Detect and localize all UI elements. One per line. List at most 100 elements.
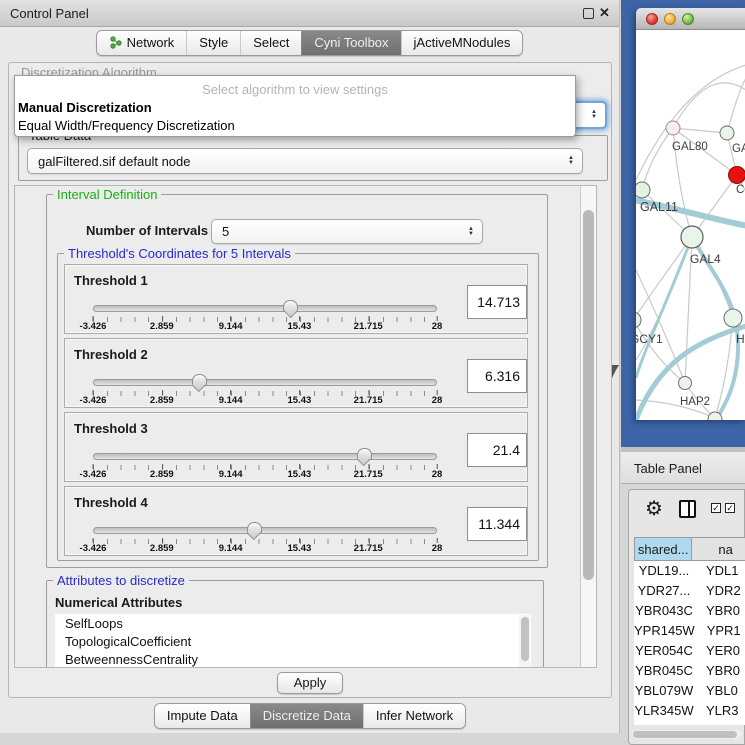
dropdown-option-equal-width-frequency[interactable]: Equal Width/Frequency Discretization xyxy=(15,117,575,135)
list-item[interactable]: TopologicalCoefficient xyxy=(55,632,531,650)
node-label: GAL11 xyxy=(640,200,678,214)
list-item[interactable]: BetweennessCentrality xyxy=(55,650,531,668)
numerical-attributes-list: SelfLoops TopologicalCoefficient Between… xyxy=(55,614,531,668)
combo-stepper-icon: ▲▼ xyxy=(591,110,597,120)
threshold-4-value-field[interactable] xyxy=(467,507,527,541)
node-hap2[interactable] xyxy=(679,377,692,390)
threshold-3-value-field[interactable] xyxy=(467,433,527,467)
num-intervals-label: Number of Intervals xyxy=(86,223,208,238)
mouse-cursor-icon xyxy=(612,365,619,378)
node-gal80[interactable] xyxy=(666,121,680,135)
node-label: GCY1 xyxy=(636,332,663,346)
column-header-shared[interactable]: shared... xyxy=(634,537,692,561)
settings-scroll-viewport: Interval Definition Number of Intervals … xyxy=(14,185,597,668)
scrollbar-thumb[interactable] xyxy=(583,210,594,580)
num-intervals-combobox[interactable]: 5 ▲▼ xyxy=(211,219,483,244)
tab-infer-network[interactable]: Infer Network xyxy=(363,704,465,728)
table-toolbar: ⚙ ✓ ✓ xyxy=(629,490,744,532)
dropdown-option-manual-discretization[interactable]: Manual Discretization xyxy=(15,99,575,117)
table-data-combobox[interactable]: galFiltered.sif default node ▲▼ xyxy=(27,148,583,174)
close-icon[interactable]: ✕ xyxy=(599,5,610,21)
slider-thumb[interactable] xyxy=(283,300,298,317)
node-red-selected[interactable] xyxy=(729,167,745,184)
threshold-2-value-field[interactable] xyxy=(467,359,527,393)
node-label: C xyxy=(736,184,744,196)
control-panel-titlebar: Control Panel ✕ xyxy=(0,0,619,27)
threshold-1-value-field[interactable] xyxy=(467,285,527,319)
node-table: shared... na YDL19...YDL1 YDR27...YDR2 Y… xyxy=(634,537,745,725)
tab-style[interactable]: Style xyxy=(186,31,240,55)
node-label: H xyxy=(736,332,745,346)
slider-track[interactable] xyxy=(93,453,437,460)
slider-track[interactable] xyxy=(93,379,437,386)
close-traffic-light-icon[interactable] xyxy=(646,13,658,25)
top-tabbar: Network Style Select Cyni Toolbox jActiv… xyxy=(0,30,619,56)
threshold-4-panel: Threshold 4 -3.426 2.859 9.144 15.43 21.… xyxy=(64,486,528,556)
checkbox-icon[interactable]: ✓ xyxy=(725,503,735,513)
table-data-group: Table Data galFiltered.sif default node … xyxy=(18,135,608,181)
zoom-traffic-light-icon[interactable] xyxy=(682,13,694,25)
slider-thumb[interactable] xyxy=(357,448,372,465)
threshold-2-panel: Threshold 2 -3.426 2.859 9.144 15.43 21.… xyxy=(64,338,528,408)
table-header-row: shared... na xyxy=(634,537,745,561)
scrollbar-thumb[interactable] xyxy=(633,731,737,738)
list-item[interactable]: SelfLoops xyxy=(55,614,531,632)
table-row[interactable]: YPR145WYPR1 xyxy=(634,621,745,641)
main-scrollbar[interactable] xyxy=(580,186,596,667)
split-column-icon[interactable] xyxy=(679,500,696,518)
table-panel-titlebar: Table Panel xyxy=(621,452,745,484)
tab-cyni-toolbox[interactable]: Cyni Toolbox xyxy=(301,31,400,55)
node-gcy1[interactable] xyxy=(636,312,641,328)
dropdown-hint: Select algorithm to view settings xyxy=(15,76,575,99)
slider-track[interactable] xyxy=(93,305,437,312)
table-panel-window: ⚙ ✓ ✓ shared... na YDL19...YDL1 YDR27...… xyxy=(628,489,745,745)
thresholds-legend: Threshold's Coordinates for 5 Intervals xyxy=(64,246,295,261)
table-horizontal-scrollbar[interactable] xyxy=(632,730,742,739)
table-row[interactable]: YBR045CYBR0 xyxy=(634,661,745,681)
slider-track[interactable] xyxy=(93,527,437,534)
tab-jactivemnodules[interactable]: jActiveMNodules xyxy=(401,31,523,55)
interval-definition-group: Interval Definition Number of Intervals … xyxy=(46,194,548,568)
tab-label: Network xyxy=(127,35,175,50)
table-row[interactable]: YER054CYER0 xyxy=(634,641,745,661)
table-row[interactable]: YBR043CYBR0 xyxy=(634,601,745,621)
node-ga[interactable] xyxy=(720,126,734,140)
right-zone: GAL80 GA C GAL11 GAL4 GCY1 H HAP2 Table … xyxy=(621,0,745,745)
network-canvas[interactable]: GAL80 GA C GAL11 GAL4 GCY1 H HAP2 xyxy=(636,30,745,420)
slider-thumb[interactable] xyxy=(192,374,207,391)
column-header-name[interactable]: na xyxy=(692,537,745,561)
table-row[interactable]: YDR27...YDR2 xyxy=(634,581,745,601)
tab-select[interactable]: Select xyxy=(240,31,301,55)
table-row[interactable]: YLR345WYLR3 xyxy=(634,701,745,721)
numerical-attributes-label: Numerical Attributes xyxy=(55,595,182,610)
node-label: GA xyxy=(732,143,745,155)
threshold-1-panel: Threshold 1 -3.426 2.859 9.144 15.43 21.… xyxy=(64,264,528,334)
network-view-window: GAL80 GA C GAL11 GAL4 GCY1 H HAP2 xyxy=(636,8,745,420)
threshold-3-panel: Threshold 3 -3.426 2.859 9.144 15.43 21.… xyxy=(64,412,528,482)
checkbox-icon[interactable]: ✓ xyxy=(711,503,721,513)
minimize-traffic-light-icon[interactable] xyxy=(664,13,676,25)
table-row[interactable]: YIL053CYIL0 xyxy=(634,721,745,725)
network-icon xyxy=(109,36,122,49)
node-gal11[interactable] xyxy=(636,182,650,198)
algorithm-dropdown-popup: Select algorithm to view settings Manual… xyxy=(14,75,576,137)
gear-icon[interactable]: ⚙ xyxy=(645,498,663,520)
apply-button[interactable]: Apply xyxy=(277,672,343,694)
table-row[interactable]: YBL079WYBL0 xyxy=(634,681,745,701)
node-gal4[interactable] xyxy=(681,226,703,248)
node-h[interactable] xyxy=(724,309,742,327)
tab-discretize-data[interactable]: Discretize Data xyxy=(250,704,363,728)
num-intervals-value: 5 xyxy=(222,224,229,239)
network-window-titlebar[interactable] xyxy=(636,8,745,30)
interval-definition-legend: Interval Definition xyxy=(53,187,161,202)
attributes-legend: Attributes to discretize xyxy=(53,573,189,588)
slider-thumb[interactable] xyxy=(247,522,262,539)
float-window-icon[interactable] xyxy=(583,8,594,19)
panel-title: Control Panel xyxy=(10,6,89,21)
tab-impute-data[interactable]: Impute Data xyxy=(155,704,250,728)
bottom-tabbar: Impute Data Discretize Data Infer Networ… xyxy=(0,703,620,729)
list-scrollbar[interactable] xyxy=(519,615,530,668)
table-row[interactable]: YDL19...YDL1 xyxy=(634,561,745,581)
combo-stepper-icon: ▲▼ xyxy=(568,156,574,166)
tab-network[interactable]: Network xyxy=(97,31,187,55)
